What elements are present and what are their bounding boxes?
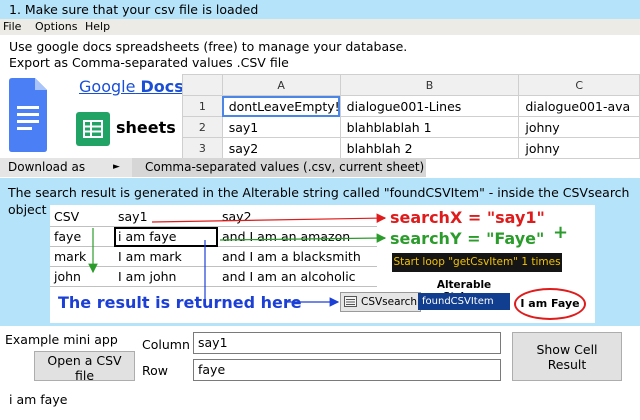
show-cell-result-button[interactable]: Show Cell Result: [512, 332, 622, 381]
csvsearch-object[interactable]: CSVsearch: [340, 292, 422, 312]
row-input[interactable]: faye: [193, 359, 501, 381]
result-output: i am faye: [9, 392, 68, 407]
result-value: I am Faye: [514, 288, 586, 320]
search-x-label: searchX = "say1": [390, 208, 545, 227]
alterable-string-item[interactable]: foundCSVItem: [418, 293, 510, 310]
object-icon: [344, 296, 357, 307]
loop-action: Start loop "getCsvItem" 1 times: [392, 253, 562, 272]
row-label: Row: [142, 363, 168, 378]
search-y-label: searchY = "Faye": [390, 229, 545, 248]
app-title: Example mini app: [5, 332, 118, 347]
open-csv-button[interactable]: Open a CSV file: [34, 351, 135, 383]
column-input[interactable]: say1: [193, 332, 501, 354]
result-label: The result is returned here: [58, 293, 302, 312]
plus-icon: +: [553, 222, 569, 243]
csvsearch-label: CSVsearch: [361, 296, 418, 308]
column-label: Column: [142, 337, 190, 352]
